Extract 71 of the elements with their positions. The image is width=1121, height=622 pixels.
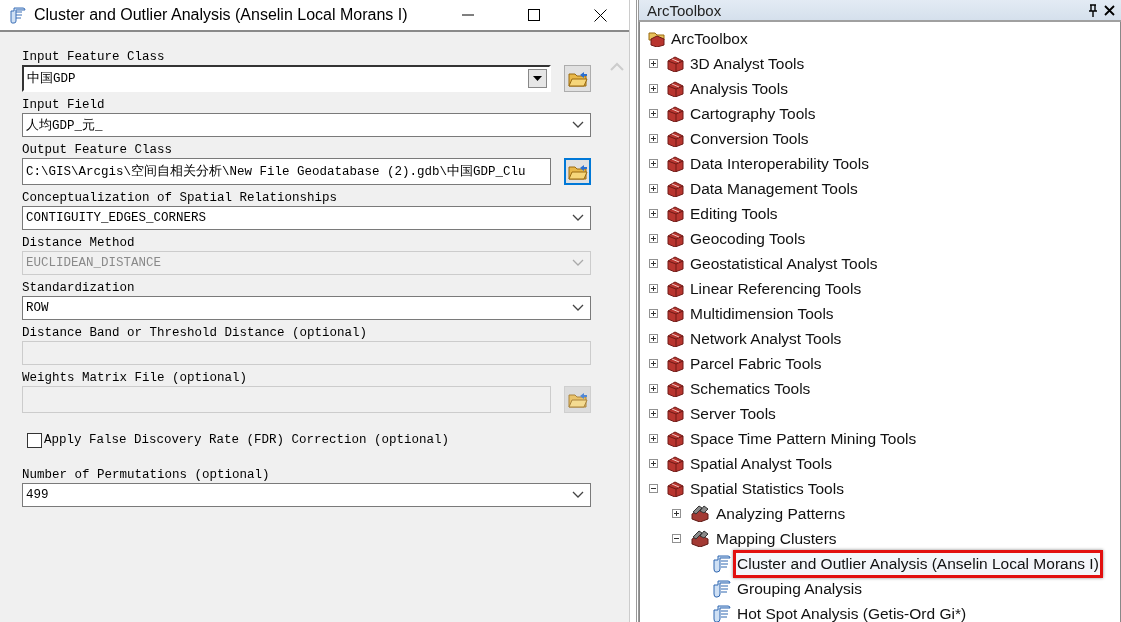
field-label: Standardization bbox=[22, 280, 136, 296]
toolbox-icon bbox=[667, 255, 684, 272]
toolbox-icon bbox=[667, 155, 684, 172]
dropdown-field[interactable]: 中国GDP bbox=[22, 65, 551, 92]
pin-icon[interactable] bbox=[1088, 3, 1098, 17]
toolbox-icon bbox=[667, 180, 684, 197]
collapse-icon[interactable] bbox=[649, 484, 658, 493]
expand-icon[interactable] bbox=[649, 384, 658, 393]
expand-icon[interactable] bbox=[649, 284, 658, 293]
expand-icon[interactable] bbox=[649, 134, 658, 143]
toolbox-icon bbox=[667, 230, 684, 247]
expand-icon[interactable] bbox=[649, 259, 658, 268]
script-tool-icon bbox=[713, 579, 731, 598]
toolbox-icon bbox=[667, 305, 684, 322]
close-icon[interactable] bbox=[593, 8, 607, 22]
checkbox[interactable] bbox=[27, 432, 42, 448]
field-label: Number of Permutations (optional) bbox=[22, 467, 271, 483]
toolbox-icon bbox=[667, 105, 684, 122]
field-label: Distance Method bbox=[22, 235, 136, 251]
toolbox-icon bbox=[667, 380, 684, 397]
folder-open-button[interactable] bbox=[564, 158, 591, 185]
expand-icon[interactable] bbox=[649, 159, 658, 168]
toolbox-icon bbox=[667, 280, 684, 297]
expand-icon[interactable] bbox=[649, 109, 658, 118]
script-tool-icon bbox=[713, 554, 731, 573]
toolbox-icon bbox=[667, 480, 684, 497]
expand-icon[interactable] bbox=[649, 184, 658, 193]
script-tool-icon bbox=[713, 604, 731, 622]
input-field[interactable]: C:\GIS\Arcgis\空间自相关分析\New File Geodatabase (2).gdb\中国GDP_Clu bbox=[22, 158, 551, 185]
expand-icon[interactable] bbox=[649, 434, 658, 443]
expand-icon[interactable] bbox=[649, 209, 658, 218]
toolbox-icon bbox=[667, 130, 684, 147]
toolbox-icon bbox=[667, 355, 684, 372]
field-label: Weights Matrix File (optional) bbox=[22, 370, 249, 386]
folder-open-button[interactable] bbox=[564, 65, 591, 92]
toolset-icon bbox=[690, 530, 710, 547]
field-label: Output Feature Class bbox=[22, 142, 174, 158]
expand-icon[interactable] bbox=[649, 459, 658, 468]
expand-icon[interactable] bbox=[649, 359, 658, 368]
dropdown-field[interactable]: 人均GDP_元_ bbox=[22, 113, 591, 137]
expand-icon[interactable] bbox=[649, 409, 658, 418]
toolbox-icon bbox=[667, 330, 684, 347]
scroll-icon bbox=[10, 6, 26, 24]
toolbox-icon bbox=[667, 430, 684, 447]
toolbox-icon bbox=[667, 455, 684, 472]
field-label: Conceptualization of Spatial Relationships bbox=[22, 190, 339, 206]
expand-icon[interactable] bbox=[649, 309, 658, 318]
expand-icon[interactable] bbox=[672, 509, 681, 518]
toolbox-icon bbox=[667, 55, 684, 72]
window-title: Cluster and Outlier Analysis (Anselin Local Morans I) bbox=[34, 6, 409, 24]
expand-icon[interactable] bbox=[649, 59, 658, 68]
panel-title: ArcToolbox bbox=[647, 1, 723, 19]
toolbox-icon bbox=[667, 80, 684, 97]
toolbox-icon bbox=[667, 405, 684, 422]
toolbox-icon bbox=[667, 205, 684, 222]
expand-icon[interactable] bbox=[649, 234, 658, 243]
dropdown-field[interactable]: ROW bbox=[22, 296, 591, 320]
expand-icon[interactable] bbox=[649, 84, 658, 93]
dropdown-field[interactable]: CONTIGUITY_EDGES_CORNERS bbox=[22, 206, 591, 230]
close-icon[interactable] bbox=[1104, 4, 1115, 16]
expand-icon[interactable] bbox=[649, 334, 658, 343]
field-label: Distance Band or Threshold Distance (optional) bbox=[22, 325, 369, 341]
toolset-icon bbox=[690, 505, 710, 522]
maximize-icon[interactable] bbox=[528, 9, 540, 21]
tree-item[interactable]: Cluster and Outlier Analysis (Anselin Local Morans I) bbox=[733, 549, 1103, 578]
dropdown-field[interactable]: 499 bbox=[22, 483, 591, 507]
field-label: Input Feature Class bbox=[22, 49, 166, 65]
checkbox-label: Apply False Discovery Rate (FDR) Correction (optional) bbox=[44, 433, 450, 447]
toolbox-folder-icon bbox=[648, 30, 665, 47]
collapse-icon[interactable] bbox=[672, 534, 681, 543]
field-label: Input Field bbox=[22, 97, 106, 113]
